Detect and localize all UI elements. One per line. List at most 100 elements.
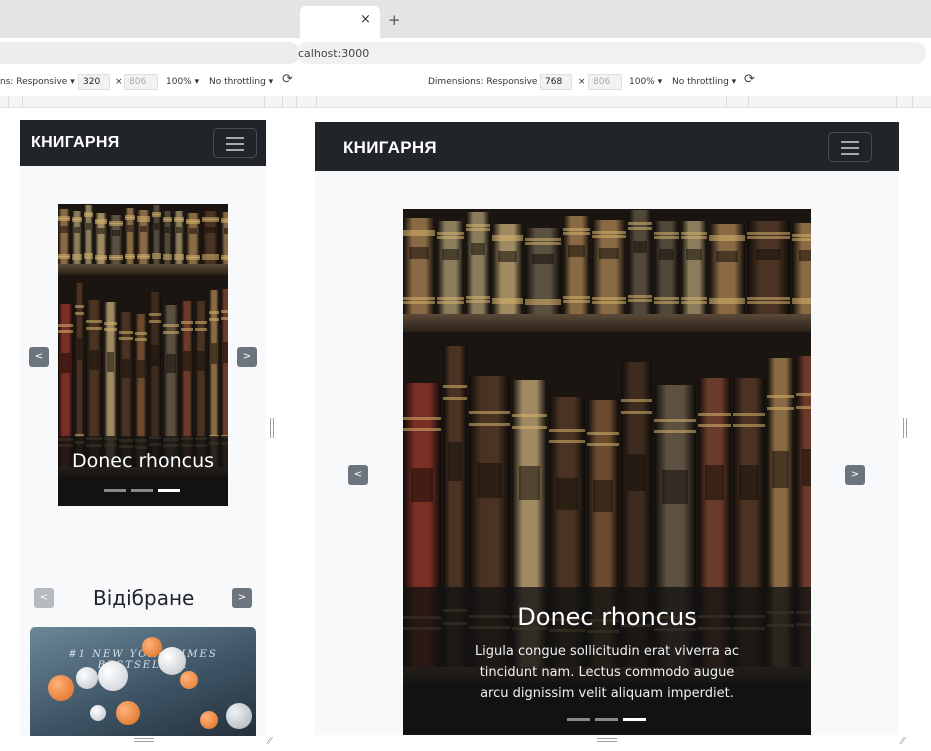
ruler-tick — [726, 96, 727, 108]
book-spine — [109, 215, 123, 264]
book-label — [61, 353, 70, 373]
book-band — [221, 220, 228, 223]
resize-handle-icon[interactable] — [134, 738, 154, 742]
book-band — [195, 321, 207, 324]
book-label — [772, 451, 789, 488]
book-spine — [202, 211, 219, 264]
book-band — [75, 312, 84, 315]
carousel-indicator[interactable] — [623, 718, 646, 721]
book-band — [512, 426, 547, 429]
book-label — [188, 228, 198, 234]
book-spine — [654, 221, 679, 314]
zoom-dropdown-left[interactable]: 100% ▾ — [166, 77, 199, 87]
rotate-icon[interactable]: ⟳ — [282, 72, 293, 87]
width-input-left[interactable]: 320 — [78, 74, 110, 90]
book-band — [592, 297, 626, 300]
book-band — [792, 238, 811, 241]
book-band — [733, 413, 765, 416]
book-label — [137, 360, 145, 378]
carousel-prev-button[interactable]: < — [348, 465, 368, 485]
brand-logo[interactable]: КНИГАРНЯ — [343, 138, 437, 158]
book-label — [76, 338, 83, 360]
book-band — [628, 299, 652, 302]
navbar-toggler[interactable] — [213, 128, 257, 158]
carousel-prev-button[interactable]: < — [29, 347, 49, 367]
book-band — [549, 440, 585, 443]
height-input-left[interactable]: 806 — [124, 74, 158, 90]
width-input-right[interactable]: 768 — [540, 74, 572, 90]
carousel-caption: Donec rhoncus Ligula congue sollicitudin… — [403, 587, 811, 735]
book-spine — [84, 205, 93, 264]
book-band — [174, 219, 184, 222]
book-band — [709, 301, 745, 304]
throttling-dropdown-left[interactable]: No throttling ▾ — [209, 77, 273, 87]
resize-corner-icon[interactable]: ⁄⁄ — [901, 736, 904, 747]
featured-book-card[interactable]: #1 NEW YORK TIMES BESTSELLER — [30, 627, 256, 736]
book-band — [681, 297, 707, 300]
hamburger-icon — [841, 153, 859, 155]
featured-next-button[interactable]: > — [232, 588, 252, 608]
book-spine — [163, 211, 172, 264]
brand-logo[interactable]: КНИГАРНЯ — [31, 134, 120, 152]
carousel-indicator[interactable] — [567, 718, 590, 721]
book-band — [563, 232, 590, 235]
carousel-next-button[interactable]: > — [237, 347, 257, 367]
dimensions-dropdown-left[interactable]: ns: Responsive ▾ — [0, 77, 75, 87]
address-field[interactable] — [296, 42, 926, 64]
book-label — [205, 227, 216, 233]
book-band — [84, 256, 93, 259]
book-band — [149, 313, 161, 316]
book-label — [176, 227, 182, 233]
zoom-dropdown-right[interactable]: 100% ▾ — [629, 77, 662, 87]
book-band — [654, 419, 696, 422]
resize-handle-icon[interactable] — [903, 418, 907, 438]
book-band — [654, 232, 679, 235]
book-label — [659, 249, 674, 260]
dimensions-dropdown-right[interactable]: Dimensions: Responsive ▾ — [428, 77, 545, 87]
ruler-tick — [282, 96, 283, 108]
book-band — [186, 221, 200, 224]
book-band — [109, 223, 123, 226]
resize-handle-icon[interactable] — [270, 418, 274, 438]
ruler-tick — [8, 96, 9, 108]
throttling-dropdown-right[interactable]: No throttling ▾ — [672, 77, 736, 87]
balloon — [200, 711, 218, 729]
featured-prev-button[interactable]: < — [34, 588, 54, 608]
book-band — [403, 297, 435, 300]
navbar: КНИГАРНЯ — [315, 122, 899, 171]
book-band — [628, 227, 652, 230]
book-band — [747, 297, 790, 300]
browser-tabstrip: × + — [0, 0, 931, 38]
book-label — [106, 352, 115, 372]
carousel-indicator[interactable] — [158, 489, 180, 492]
book-band — [58, 330, 73, 333]
address-field-left[interactable] — [0, 42, 300, 64]
book-spine — [152, 205, 161, 264]
plus-icon[interactable]: + — [388, 11, 401, 29]
height-input-right[interactable]: 806 — [588, 74, 622, 90]
navbar-toggler[interactable] — [828, 132, 872, 162]
balloon — [158, 647, 186, 675]
book-band — [709, 238, 745, 241]
book-band — [628, 295, 652, 298]
carousel-next-button[interactable]: > — [845, 465, 865, 485]
slide-text: Ligula congue sollicitudin erat viverra … — [474, 644, 740, 701]
close-icon[interactable]: × — [360, 12, 371, 27]
resize-handle-icon[interactable] — [597, 738, 617, 742]
book-spine — [221, 212, 228, 264]
book-band — [104, 328, 117, 331]
resize-corner-icon[interactable]: ⁄⁄ — [268, 736, 271, 747]
book-label — [556, 478, 578, 510]
rotate-icon[interactable]: ⟳ — [744, 72, 755, 87]
carousel-indicator[interactable] — [104, 489, 126, 492]
book-band — [796, 406, 811, 409]
book-band — [209, 311, 219, 314]
book-band — [58, 218, 70, 221]
carousel-indicator[interactable] — [595, 718, 618, 721]
balloon — [226, 703, 252, 729]
book-band — [163, 219, 172, 222]
book-label — [89, 350, 99, 370]
carousel-indicator[interactable] — [131, 489, 153, 492]
book-spine — [466, 212, 490, 314]
book-band — [125, 217, 135, 220]
